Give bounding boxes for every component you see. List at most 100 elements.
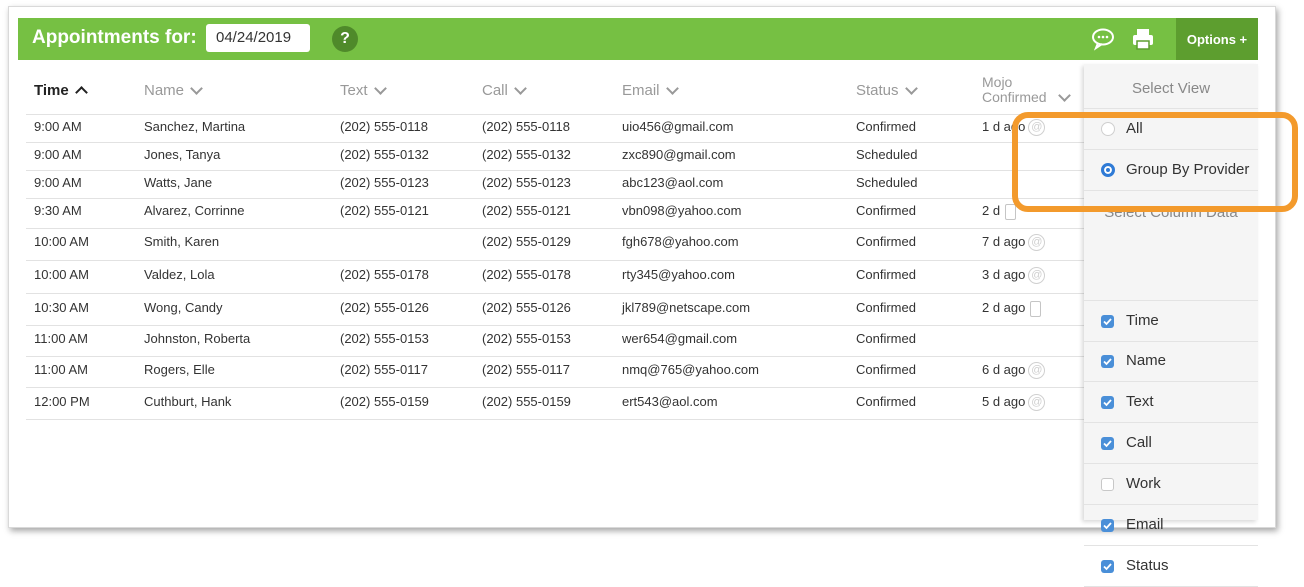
checkbox-checked-icon [1101,315,1114,328]
cell-email: vbn098@yahoo.com [622,203,742,218]
cell-time: 10:00 AM [34,234,89,249]
cell-name: Alvarez, Corrinne [144,203,245,218]
cell-email: fgh678@yahoo.com [622,234,739,249]
column-header-status[interactable]: Status [856,66,918,114]
cell-text: (202) 555-0118 [340,119,428,134]
cell-time: 11:00 AM [34,362,88,377]
checkbox-checked-icon [1101,519,1114,532]
phone-icon [1030,300,1042,317]
cell-time: 10:30 AM [34,300,89,315]
cell-mojo: 2 d ago [982,300,1042,317]
column-header-mojo-confirmed[interactable]: Mojo Confirmed [982,66,1084,114]
cell-name: Sanchez, Martina [144,119,246,134]
cell-name: Valdez, Lola [144,267,215,282]
cell-text: (202) 555-0153 [340,331,429,346]
row-divider [26,419,1086,420]
help-icon[interactable]: ? [332,26,358,52]
cell-mojo: 5 d ago @ [982,394,1046,412]
cell-email: jkl789@netscape.com [622,300,751,315]
phone-icon [1005,203,1017,220]
cell-mojo: 7 d ago @ [982,234,1046,252]
cell-time: 9:30 AM [34,203,82,218]
row-divider [26,170,1086,171]
cell-status: Scheduled [856,175,918,190]
column-header-call[interactable]: Call [482,66,527,114]
cell-text: (202) 555-0159 [340,394,429,409]
cell-status: Confirmed [856,203,916,218]
sort-down-icon [904,81,918,95]
column-option-text[interactable]: Text [1084,382,1258,423]
column-header-name[interactable]: Name [144,66,203,114]
column-option-name[interactable]: Name [1084,341,1258,382]
column-header-time[interactable]: Time [34,66,88,114]
cell-call: (202) 555-0159 [482,394,571,409]
print-icon[interactable] [1130,26,1156,52]
appointments-toolbar: Appointments for: 04/24/2019 ? Options + [18,18,1258,60]
column-header-email[interactable]: Email [622,66,679,114]
row-divider [26,355,1086,357]
cell-time: 10:00 AM [34,267,89,282]
cell-text: (202) 555-0126 [340,300,429,315]
cell-text: (202) 555-0132 [340,147,429,162]
cell-email: nmq@765@yahoo.com [622,362,759,377]
at-icon: @ [1028,394,1046,412]
select-view-heading: Select View [1131,80,1211,97]
cell-call: (202) 555-0153 [482,331,571,346]
cell-status: Confirmed [856,234,916,249]
column-option-call[interactable]: Call [1084,423,1258,464]
header-divider [26,114,1086,115]
at-icon: @ [1028,234,1046,252]
cell-text: (202) 555-0117 [340,362,428,377]
cell-text: (202) 555-0123 [340,175,429,190]
cell-name: Smith, Karen [144,234,220,249]
cell-email: uio456@gmail.com [622,119,734,134]
sort-down-icon [190,81,203,95]
cell-mojo: 3 d ago @ [982,267,1046,285]
row-divider [26,324,1086,326]
cell-call: (202) 555-0121 [482,203,571,218]
sort-up-icon [74,85,88,99]
page-title: Appointments for: [32,27,197,48]
row-divider [26,259,1086,261]
highlight-annotation [1012,112,1298,212]
sort-down-icon [373,81,387,95]
cell-mojo: 2 d [982,203,1017,220]
date-input[interactable]: 04/24/2019 [206,24,310,52]
row-divider [26,227,1086,229]
options-button[interactable]: Options + [1176,18,1258,60]
cell-call: (202) 555-0118 [482,119,570,134]
cell-email: abc123@aol.com [622,175,724,190]
cell-call: (202) 555-0132 [482,147,571,162]
row-divider [26,142,1086,143]
cell-name: Wong, Candy [144,300,223,315]
cell-time: 9:00 AM [34,119,82,134]
cell-email: zxc890@gmail.com [622,147,736,162]
column-option-time[interactable]: Time [1084,300,1258,342]
cell-text: (202) 555-0178 [340,267,429,282]
cell-status: Confirmed [856,331,916,346]
chat-icon[interactable] [1090,26,1116,52]
cell-call: (202) 555-0126 [482,300,571,315]
cell-status: Confirmed [856,267,916,282]
cell-call: (202) 555-0129 [482,234,571,249]
cell-call: (202) 555-0178 [482,267,571,282]
sort-down-icon [513,81,527,95]
column-option-email[interactable]: Email [1084,505,1258,546]
cell-name: Jones, Tanya [144,147,221,162]
cell-call: (202) 555-0123 [482,175,571,190]
checkbox-checked-icon [1101,355,1114,368]
cell-time: 9:00 AM [34,175,82,190]
sort-down-icon [665,81,679,95]
cell-email: rty345@yahoo.com [622,267,735,282]
row-divider [26,198,1086,199]
cell-call: (202) 555-0117 [482,362,570,377]
column-option-work[interactable]: Work [1084,464,1258,505]
cell-status: Confirmed [856,119,916,134]
checkbox-checked-icon [1101,560,1114,573]
column-header-text[interactable]: Text [340,66,387,114]
column-option-status[interactable]: Status [1084,546,1258,587]
cell-status: Confirmed [856,362,916,377]
cell-email: wer654@gmail.com [622,331,738,346]
cell-name: Cuthburt, Hank [144,394,232,409]
checkbox-checked-icon [1101,396,1114,409]
